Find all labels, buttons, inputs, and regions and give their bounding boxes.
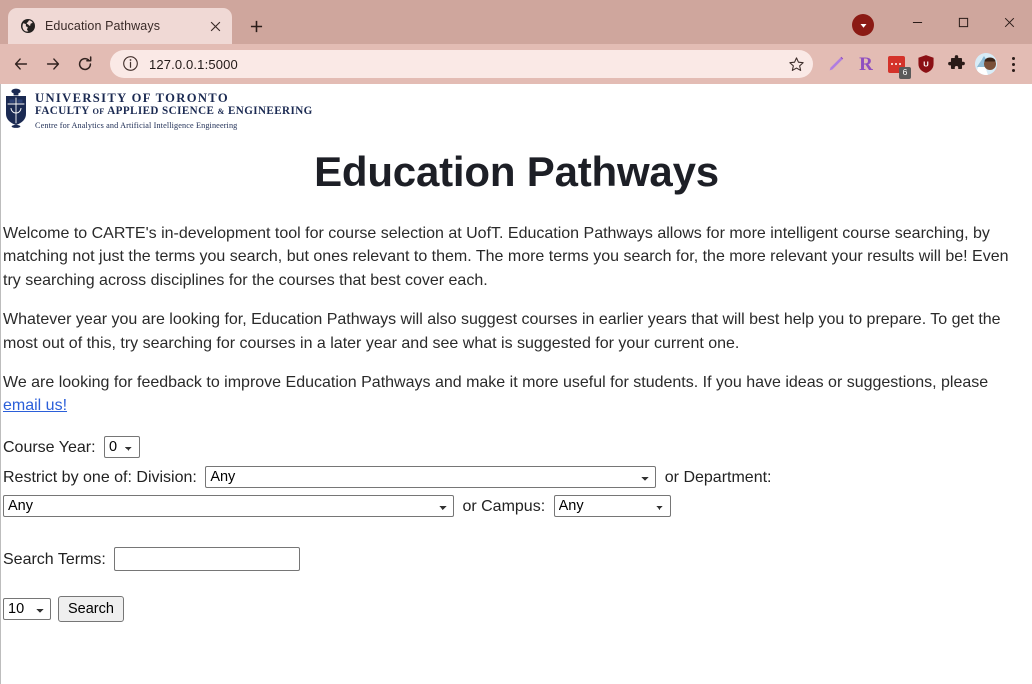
r-extension-label: R <box>859 53 873 75</box>
intro-paragraph-3: We are looking for feedback to improve E… <box>1 371 1032 418</box>
course-year-label: Course Year: <box>3 438 96 456</box>
browser-toolbar: 127.0.0.1:5000 R 6 U <box>0 44 1032 84</box>
new-tab-button[interactable] <box>242 12 270 40</box>
intro-paragraph-1: Welcome to CARTE's in-development tool f… <box>3 225 1009 289</box>
uoft-crest-icon <box>3 88 29 128</box>
extension-badge-count: 6 <box>899 67 911 79</box>
puzzle-extensions-icon[interactable] <box>942 50 970 78</box>
page-viewport: UNIVERSITY OF TORONTO FACULTY OF APPLIED… <box>0 84 1032 684</box>
uoft-logo-line2: FACULTY OF APPLIED SCIENCE & ENGINEERING <box>35 105 313 118</box>
uoft-logo-text: UNIVERSITY OF TORONTO FACULTY OF APPLIED… <box>35 88 313 132</box>
star-icon[interactable] <box>785 53 807 75</box>
department-label: or Department: <box>664 468 772 486</box>
back-arrow-icon[interactable] <box>6 49 36 79</box>
info-circle-icon[interactable] <box>122 55 140 73</box>
campus-label: or Campus: <box>462 497 546 515</box>
intro-paragraph-2: Whatever year you are looking for, Educa… <box>3 311 1001 352</box>
division-label: Restrict by one of: Division: <box>3 468 197 486</box>
logo-faculty-word: FACULTY <box>35 105 90 118</box>
forward-arrow-icon[interactable] <box>38 49 68 79</box>
kebab-menu-icon[interactable] <box>1002 52 1024 76</box>
window-close-icon[interactable] <box>986 2 1032 42</box>
r-extension-icon[interactable]: R <box>852 50 880 78</box>
profile-avatar[interactable] <box>972 50 1000 78</box>
globe-icon <box>20 18 36 34</box>
logo-ampersand: & <box>217 107 225 117</box>
svg-text:U: U <box>923 59 929 68</box>
department-select[interactable]: Any <box>3 495 454 518</box>
url-text[interactable]: 127.0.0.1:5000 <box>149 57 785 72</box>
browser-titlebar: Education Pathways <box>0 0 1032 44</box>
reload-icon[interactable] <box>70 49 100 79</box>
logo-of-word: OF <box>92 107 105 117</box>
department-row: Any or Campus: Any <box>3 493 1030 521</box>
uoft-logo-line3: Centre for Analytics and Artificial Inte… <box>35 120 238 130</box>
shield-extension-icon[interactable]: U <box>912 50 940 78</box>
avatar-image <box>975 53 997 75</box>
search-input[interactable] <box>114 547 301 572</box>
download-arrow-icon[interactable] <box>852 14 874 36</box>
feedback-text: We are looking for feedback to improve E… <box>3 373 989 391</box>
course-year-row: Course Year: 01234 <box>3 434 1030 462</box>
maximize-icon[interactable] <box>940 2 986 42</box>
search-button[interactable]: Search <box>58 595 124 622</box>
logo-engineering-word: ENGINEERING <box>227 105 313 118</box>
browser-tab[interactable]: Education Pathways <box>8 8 232 44</box>
division-row: Restrict by one of: Division: Any or Dep… <box>3 464 1030 492</box>
close-icon[interactable] <box>206 17 224 35</box>
page-content: UNIVERSITY OF TORONTO FACULTY OF APPLIED… <box>1 84 1032 622</box>
uoft-logo-line1: UNIVERSITY OF TORONTO <box>35 91 229 105</box>
results-count-select[interactable]: 102050 <box>3 597 51 620</box>
search-terms-label: Search Terms: <box>3 550 106 568</box>
uoft-logo: UNIVERSITY OF TORONTO FACULTY OF APPLIED… <box>1 84 1032 132</box>
search-form: Course Year: 01234 Restrict by one of: D… <box>1 434 1032 622</box>
pen-extension-icon[interactable] <box>822 50 850 78</box>
email-us-link[interactable]: email us! <box>3 397 67 414</box>
results-row: 102050 Search <box>3 595 1030 622</box>
logo-applied-science-word: APPLIED SCIENCE <box>107 105 215 118</box>
tab-title: Education Pathways <box>45 19 161 33</box>
address-bar[interactable]: 127.0.0.1:5000 <box>110 50 813 78</box>
course-year-select[interactable]: 01234 <box>103 436 140 459</box>
division-select[interactable]: Any <box>205 466 657 489</box>
red-square-extension-icon[interactable]: 6 <box>882 50 911 79</box>
search-terms-row: Search Terms: <box>3 546 1030 574</box>
campus-select[interactable]: Any <box>553 495 671 518</box>
browser-window: Education Pathways 127.0.0.1:5000 R 6 U … <box>0 0 1032 684</box>
page-title: Education Pathways <box>314 147 719 195</box>
minimize-icon[interactable] <box>894 2 940 42</box>
